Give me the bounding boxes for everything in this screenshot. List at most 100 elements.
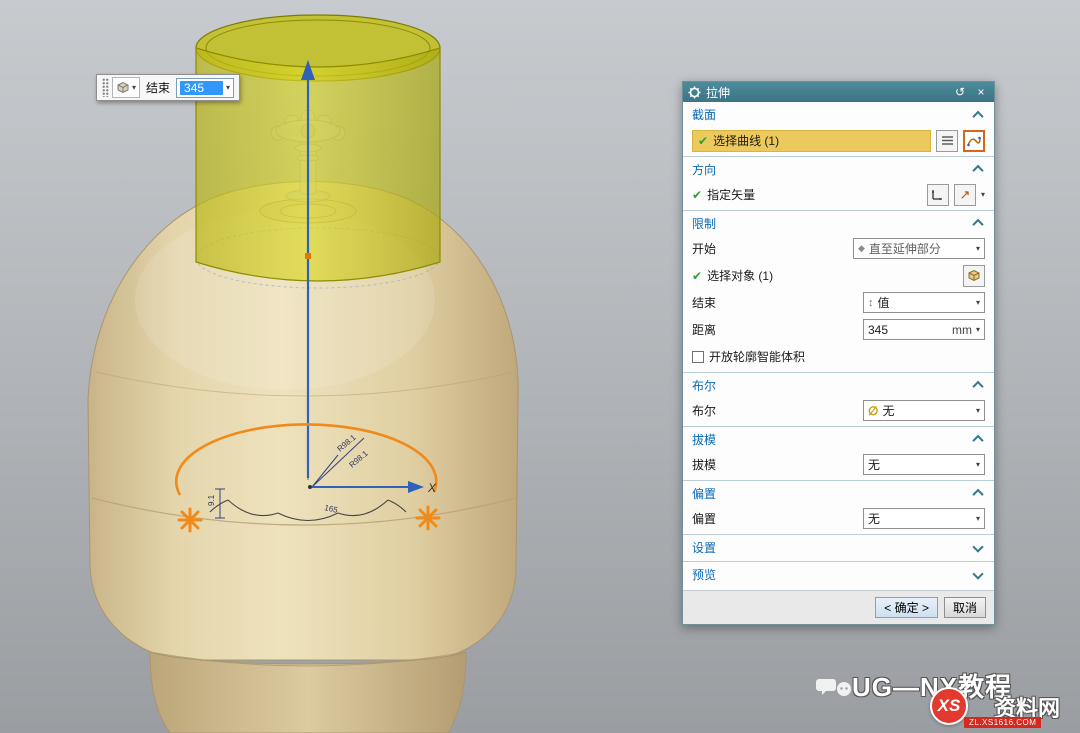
section-header-settings[interactable]: 设置 bbox=[683, 534, 994, 559]
select-body-button[interactable] bbox=[963, 265, 985, 287]
chevron-down-icon[interactable]: ▾ bbox=[976, 326, 980, 334]
dialog-title: 拉伸 bbox=[706, 84, 947, 101]
chevron-down-icon: ▾ bbox=[976, 299, 980, 307]
chevron-up-icon[interactable] bbox=[972, 381, 983, 392]
end-limit-mini-toolbar: ▾ 结束 345 ▾ bbox=[96, 74, 240, 101]
section-title: 偏置 bbox=[692, 485, 974, 502]
offset-value: 无 bbox=[868, 510, 972, 527]
section-header-limits[interactable]: 限制 bbox=[683, 210, 994, 235]
sketch-section-button[interactable] bbox=[963, 130, 985, 152]
inferred-vector-button[interactable]: ↗ bbox=[954, 184, 976, 206]
chat-bubbles-icon bbox=[816, 675, 852, 701]
tank-foot-ring[interactable] bbox=[150, 652, 466, 733]
dialog-titlebar[interactable]: 拉伸 ↺ × bbox=[683, 82, 994, 102]
limit-option-button[interactable]: ▾ bbox=[112, 77, 140, 98]
reset-button[interactable]: ↺ bbox=[952, 85, 968, 99]
chevron-down-icon[interactable] bbox=[972, 568, 983, 579]
chevron-down-icon: ▾ bbox=[976, 245, 980, 253]
check-icon: ✔ bbox=[698, 134, 708, 148]
cancel-button[interactable]: 取消 bbox=[944, 597, 986, 618]
end-limit-value: 值 bbox=[878, 294, 972, 311]
section-title: 截面 bbox=[692, 106, 974, 123]
distance-unit: mm bbox=[952, 323, 972, 337]
open-profile-label: 开放轮廓智能体积 bbox=[709, 348, 805, 365]
chevron-up-icon[interactable] bbox=[972, 110, 983, 121]
offset-label: 偏置 bbox=[692, 510, 756, 527]
section-header-preview[interactable]: 预览 bbox=[683, 561, 994, 586]
chevron-up-icon[interactable] bbox=[972, 219, 983, 230]
section-header-offset[interactable]: 偏置 bbox=[683, 480, 994, 505]
watermark: UG—NX教程 资料网 XS ZL.XS1616.COM bbox=[816, 667, 1066, 733]
value-limit-icon: ↕ bbox=[868, 297, 874, 309]
toolbar-drag-handle[interactable] bbox=[102, 78, 109, 97]
chevron-down-icon: ▾ bbox=[976, 461, 980, 469]
section-header-draft[interactable]: 拔模 bbox=[683, 426, 994, 451]
offset-dropdown[interactable]: 无 ▾ bbox=[863, 508, 985, 529]
section-title: 方向 bbox=[692, 161, 974, 178]
section-title: 布尔 bbox=[692, 377, 974, 394]
specify-vector-label: 指定矢量 bbox=[707, 186, 755, 203]
solid-body-icon bbox=[967, 269, 981, 282]
section-header-boolean[interactable]: 布尔 bbox=[683, 372, 994, 397]
start-label: 开始 bbox=[692, 240, 756, 257]
vector-icon: ↗ bbox=[960, 187, 971, 203]
vector-dialog-button[interactable] bbox=[927, 184, 949, 206]
select-object-label: 选择对象 (1) bbox=[707, 267, 773, 284]
section-title: 设置 bbox=[692, 539, 974, 556]
select-curve-field[interactable]: ✔ 选择曲线 (1) bbox=[692, 130, 931, 152]
distance-value[interactable]: 345 bbox=[868, 323, 948, 337]
extrude-dialog: 拉伸 ↺ × 截面 ✔ 选择曲线 (1) 方向 ✔ 指定 bbox=[682, 81, 995, 625]
section-header-direction[interactable]: 方向 bbox=[683, 156, 994, 181]
check-icon: ✔ bbox=[692, 269, 702, 283]
draft-dropdown[interactable]: 无 ▾ bbox=[863, 454, 985, 475]
gear-icon bbox=[688, 86, 701, 99]
chevron-down-icon: ▾ bbox=[132, 84, 136, 92]
distance-label: 距离 bbox=[692, 321, 756, 338]
dialog-footer: < 确定 > 取消 bbox=[683, 590, 994, 624]
boolean-value: 无 bbox=[882, 402, 972, 419]
chevron-down-icon[interactable]: ▾ bbox=[226, 84, 230, 92]
dim-height: 9.1 bbox=[207, 494, 216, 506]
chevron-down-icon: ▾ bbox=[976, 407, 980, 415]
curve-endpoint-star-left[interactable] bbox=[179, 509, 201, 531]
axes-icon bbox=[931, 188, 944, 201]
ok-button[interactable]: < 确定 > bbox=[875, 597, 938, 618]
end-distance-input[interactable]: 345 ▾ bbox=[176, 78, 234, 98]
check-icon: ✔ bbox=[692, 188, 702, 202]
boolean-dropdown[interactable]: ∅ 无 ▾ bbox=[863, 400, 985, 421]
end-label: 结束 bbox=[692, 294, 756, 311]
end-limit-dropdown[interactable]: ↕ 值 ▾ bbox=[863, 292, 985, 313]
extrude-cube-icon bbox=[116, 81, 130, 94]
chevron-up-icon[interactable] bbox=[972, 435, 983, 446]
section-title: 限制 bbox=[692, 215, 974, 232]
section-title: 拔模 bbox=[692, 431, 974, 448]
start-limit-dropdown[interactable]: ◆ 直至延伸部分 ▾ bbox=[853, 238, 985, 259]
chevron-down-icon[interactable]: ▾ bbox=[981, 191, 985, 199]
curve-rule-button[interactable] bbox=[936, 130, 958, 152]
start-limit-value: 直至延伸部分 bbox=[869, 240, 972, 257]
section-header-section[interactable]: 截面 bbox=[683, 102, 994, 127]
limit-type-icon: ◆ bbox=[858, 243, 865, 254]
draft-value: 无 bbox=[868, 456, 972, 473]
mini-toolbar-label: 结束 bbox=[146, 79, 170, 96]
open-profile-checkbox[interactable] bbox=[692, 351, 704, 363]
xs-logo: XS bbox=[930, 687, 968, 725]
chevron-up-icon[interactable] bbox=[972, 489, 983, 500]
curve-endpoint-star-right[interactable] bbox=[417, 507, 439, 529]
close-button[interactable]: × bbox=[973, 85, 989, 99]
sketch-curve-icon bbox=[967, 135, 981, 147]
end-distance-value[interactable]: 345 bbox=[180, 81, 223, 95]
draft-label: 拔模 bbox=[692, 456, 756, 473]
select-curve-label: 选择曲线 (1) bbox=[713, 132, 779, 149]
chevron-down-icon: ▾ bbox=[976, 515, 980, 523]
sketch-origin-point bbox=[308, 485, 312, 489]
watermark-url: ZL.XS1616.COM bbox=[964, 717, 1041, 728]
distance-input[interactable]: 345 mm ▾ bbox=[863, 319, 985, 340]
section-title: 预览 bbox=[692, 566, 974, 583]
chevron-down-icon[interactable] bbox=[972, 541, 983, 552]
boolean-none-icon: ∅ bbox=[868, 404, 878, 418]
x-axis-label: X bbox=[427, 481, 437, 495]
extend-target-point bbox=[305, 253, 311, 259]
chevron-up-icon[interactable] bbox=[972, 165, 983, 176]
boolean-label: 布尔 bbox=[692, 402, 756, 419]
